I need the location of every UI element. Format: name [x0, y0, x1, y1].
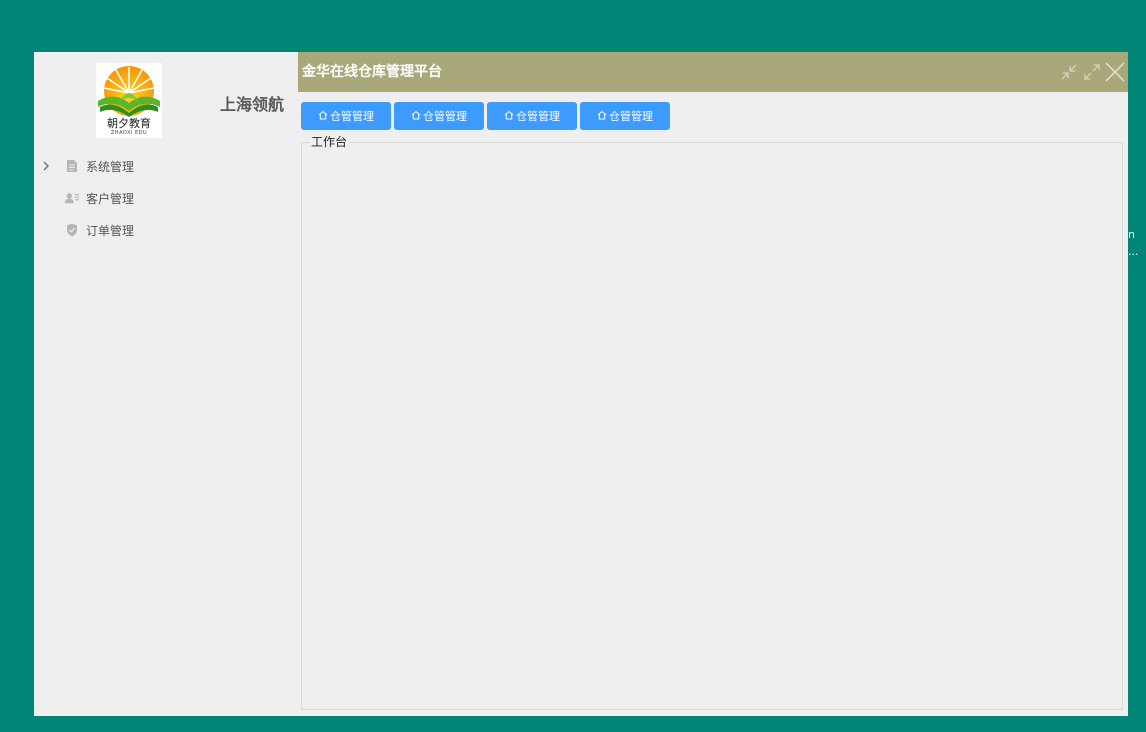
chevron-right-icon[interactable] [41, 150, 51, 182]
button-label: 仓管管理 [516, 110, 560, 123]
sidebar-item-system[interactable]: 系统管理 [34, 150, 298, 182]
sunrise-logo-icon [98, 66, 160, 117]
shield-icon [65, 214, 79, 246]
home-icon [597, 110, 607, 123]
button-label: 仓管管理 [330, 110, 374, 123]
edge-overflow-ellipsis: ... [1128, 245, 1139, 258]
home-icon [411, 110, 421, 123]
sidebar-item-label: 系统管理 [86, 159, 135, 174]
close-icon[interactable] [1104, 61, 1126, 83]
contacts-icon [65, 182, 79, 214]
home-icon [318, 110, 328, 123]
warehouse-button-3[interactable]: 仓管管理 [487, 102, 577, 130]
warehouse-button-1[interactable]: 仓管管理 [301, 102, 391, 130]
sidebar-item-label: 客户管理 [86, 191, 135, 206]
workspace-panel: 工作台 [301, 135, 1123, 710]
sidebar-item-label: 订单管理 [86, 223, 135, 238]
button-label: 仓管管理 [609, 110, 653, 123]
edge-overflow-text: n [1128, 228, 1135, 241]
page-title: 金华在线仓库管理平台 [302, 64, 442, 80]
document-icon [65, 150, 79, 182]
sidebar-menu: 系统管理 客户管理 订单管理 [34, 150, 298, 246]
sidebar-item-customers[interactable]: 客户管理 [34, 182, 298, 214]
title-bar: 金华在线仓库管理平台 [298, 52, 1128, 92]
minimize-icon[interactable] [1058, 61, 1080, 83]
workspace-title: 工作台 [310, 135, 349, 149]
logo-subtext: ZHAOXI EDU [110, 130, 148, 136]
sidebar-item-orders[interactable]: 订单管理 [34, 214, 298, 246]
main-panel: 金华在线仓库管理平台 仓管管理 仓管管理 仓管管理 仓管管理 工作台 [298, 52, 1128, 716]
button-label: 仓管管理 [423, 110, 467, 123]
app-window: 朝夕教育 ZHAOXI EDU 上海领航 系统管理 客户管理 订单管理 金华在线… [34, 52, 1128, 716]
logo: 朝夕教育 ZHAOXI EDU [96, 63, 162, 138]
home-icon [504, 110, 514, 123]
warehouse-button-2[interactable]: 仓管管理 [394, 102, 484, 130]
sidebar: 朝夕教育 ZHAOXI EDU 上海领航 系统管理 客户管理 订单管理 [34, 52, 298, 716]
logo-text: 朝夕教育 [107, 117, 151, 130]
company-name: 上海领航 [220, 95, 285, 114]
warehouse-button-4[interactable]: 仓管管理 [580, 102, 670, 130]
maximize-icon[interactable] [1081, 61, 1103, 83]
